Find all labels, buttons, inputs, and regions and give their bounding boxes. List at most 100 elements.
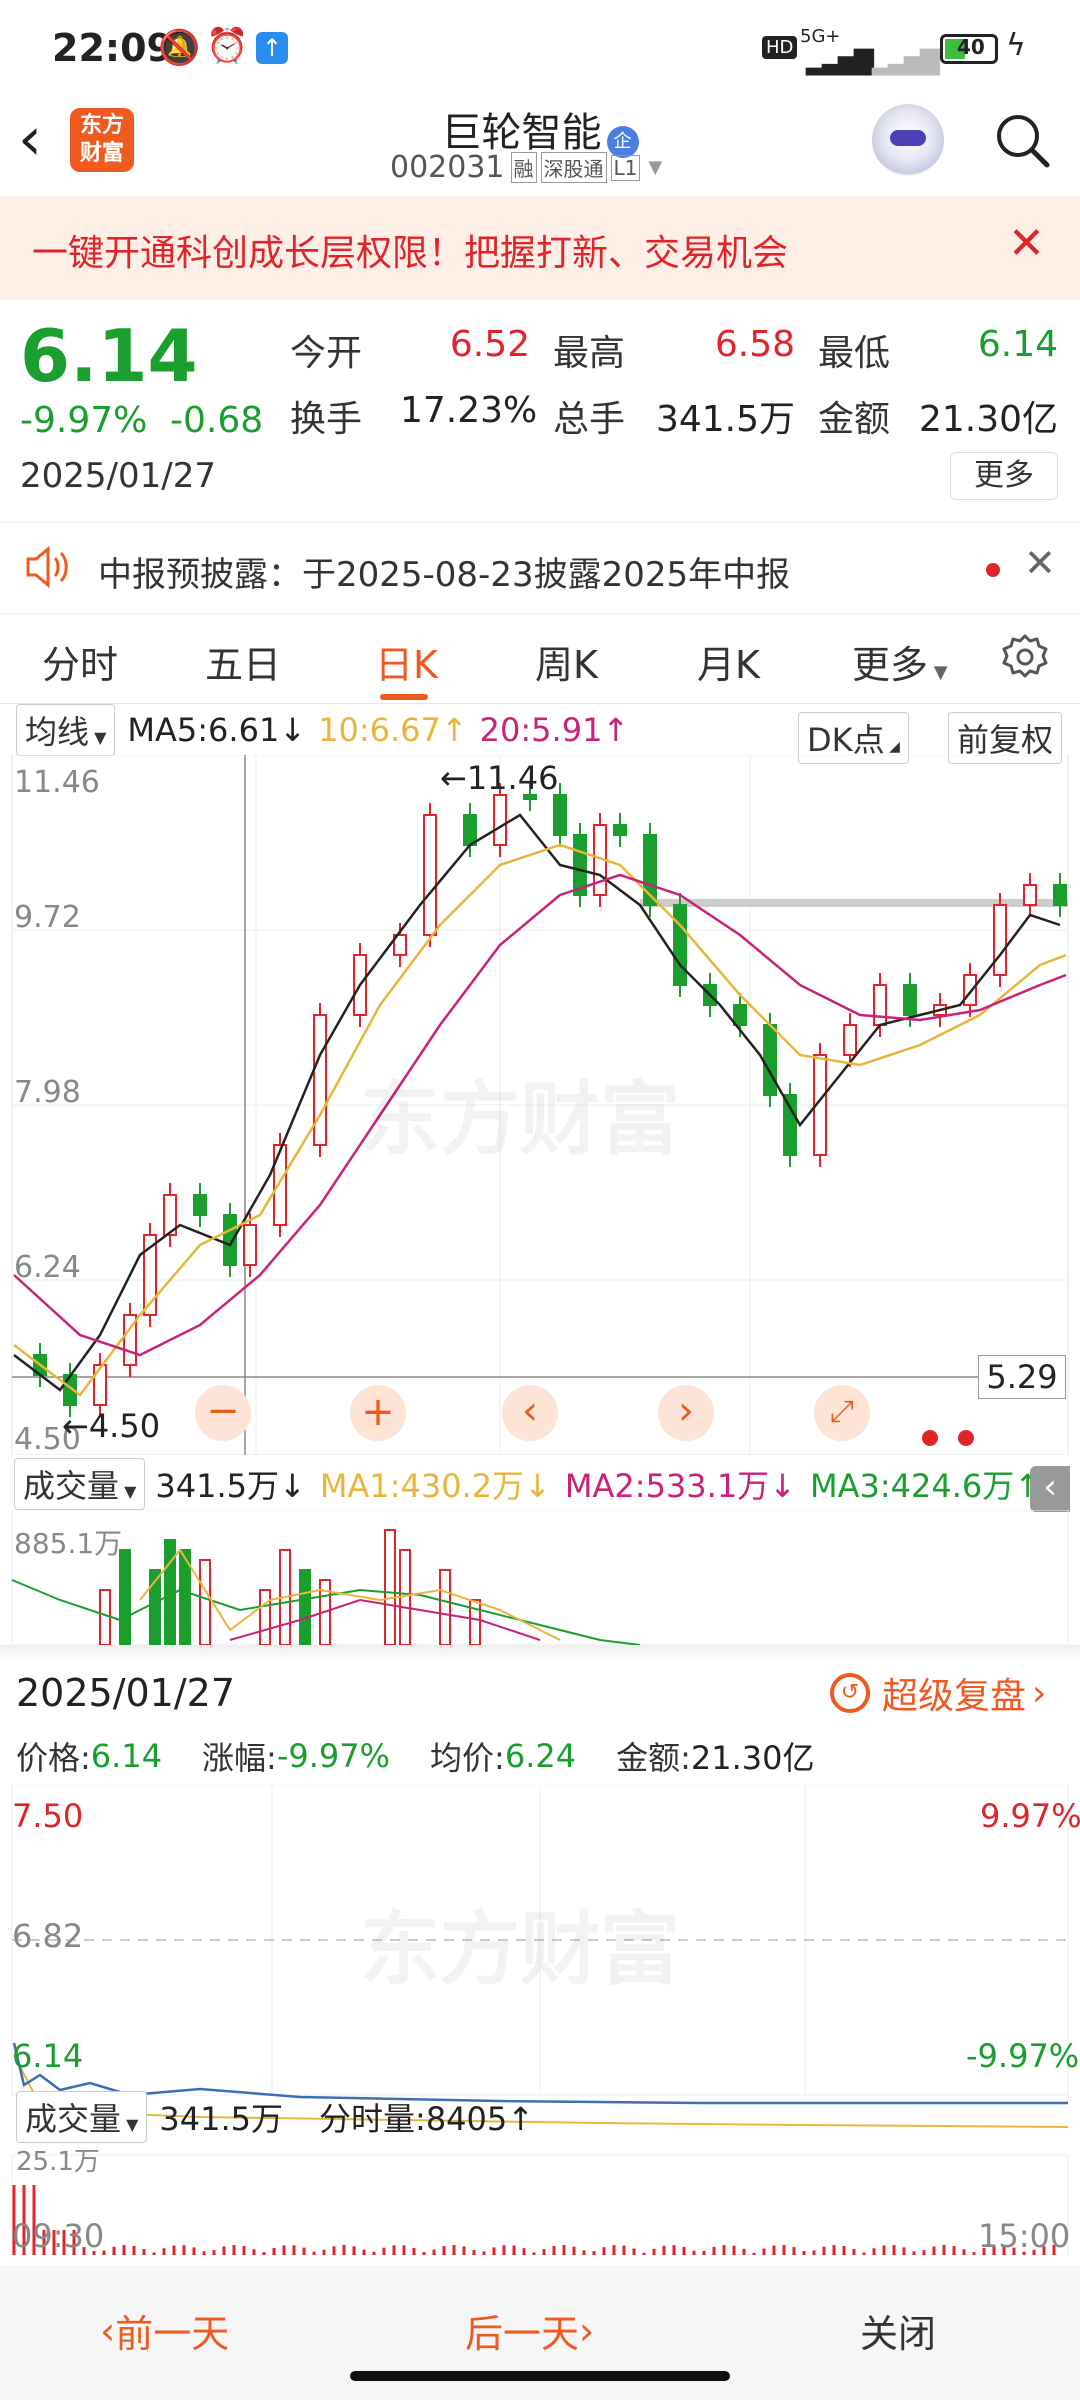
open-value: 6.52 <box>449 324 530 365</box>
ma5-value: MA5:6.61↓ <box>127 711 307 749</box>
chevron-left-icon: ‹ <box>100 2308 116 2353</box>
status-bar: 22:09 🔕 ⏰ ↑ HD 5G+ ▂▃▅▇ ▂▃▅▇ 40 ϟ <box>0 0 1080 100</box>
upload-icon: ↑ <box>256 32 288 64</box>
candle-body <box>93 1364 107 1406</box>
intraday-y-top: 7.50 <box>12 1797 84 1835</box>
candle-body <box>493 794 507 846</box>
super-review-link[interactable]: ↺ 超级复盘 › <box>830 1667 1046 1719</box>
volume-value: 341.5万↓ <box>155 1467 306 1505</box>
marker-dot-1 <box>922 1430 938 1446</box>
amount-value: 21.30亿 <box>918 399 1058 440</box>
low-value: 6.14 <box>977 324 1058 365</box>
amount-label: 金额 <box>818 399 891 440</box>
time-start: 09:30 <box>12 2217 105 2255</box>
candle-body <box>193 1194 207 1216</box>
kline-chart[interactable]: 东方财富 11.46 9.72 7.98 6.24 4.50 ←11.46 ←4… <box>0 754 1080 1456</box>
alarm-icon: ⏰ <box>206 26 249 66</box>
volume-chart[interactable]: 成交量 ▼ 341.5万↓ MA1:430.2万↓ MA2:533.1万↓ MA… <box>0 1458 1080 1645</box>
volume-indicator-row: 成交量 ▼ 341.5万↓ MA1:430.2万↓ MA2:533.1万↓ MA… <box>14 1458 1042 1510</box>
status-time: 22:09 <box>52 26 173 70</box>
notice-bar[interactable]: 中报预披露：于2025-08-23披露2025年中报 ✕ <box>0 522 1080 614</box>
intraday-volume-row: 成交量 ▼ 341.5万 分时量:8405↑ <box>16 2091 534 2143</box>
intraday-pct-bot: -9.97% <box>966 2037 1080 2075</box>
tab-more[interactable]: 更多 ▼ <box>852 634 948 689</box>
max-price-marker: ←11.46 <box>440 759 559 797</box>
high-label: 最高 <box>553 333 626 374</box>
volume-bar <box>199 1559 211 1645</box>
detail-avg: 6.24 <box>504 1737 577 1775</box>
bottom-actions: ‹ 前一天 后一天 › 关闭 <box>0 2265 1080 2400</box>
candle-body <box>903 984 917 1016</box>
tab-weekly-k[interactable]: 周K <box>535 634 598 689</box>
collapse-panel-button[interactable]: ‹ <box>1030 1466 1070 1512</box>
volume-value: 341.5万 <box>655 399 795 440</box>
candle-body <box>273 1144 287 1226</box>
day-detail-panel: 2025/01/27 ↺ 超级复盘 › 价格: 6.14 涨幅: -9.97% … <box>0 1645 1080 2265</box>
candle-body <box>843 1024 857 1056</box>
stock-code: 002031 <box>390 150 505 185</box>
candle-body <box>873 984 887 1026</box>
intraday-volume-value: 341.5万 <box>159 2100 284 2138</box>
candle-body <box>673 904 687 986</box>
tag-level: L1 <box>610 154 641 181</box>
intraday-vol-max: 25.1万 <box>16 2147 100 2177</box>
tab-monthly-k[interactable]: 月K <box>697 634 760 689</box>
detail-price: 6.14 <box>90 1737 163 1775</box>
network-label: 5G+ <box>800 26 841 47</box>
vol-ma3: MA3:424.6万↑ <box>810 1467 1042 1505</box>
y-tick-2: 9.72 <box>14 900 81 935</box>
scroll-left-button[interactable]: ‹ <box>502 1385 558 1441</box>
settings-icon[interactable] <box>1000 632 1050 686</box>
charging-icon: ϟ <box>1006 28 1026 63</box>
active-tab-indicator <box>380 694 428 700</box>
volume-bar <box>119 1549 131 1645</box>
fullscreen-button[interactable]: ⤢ <box>814 1385 870 1441</box>
close-notice-icon[interactable]: ✕ <box>1024 541 1056 585</box>
quote-date: 2025/01/27 <box>20 456 216 496</box>
marker-dot-2 <box>958 1430 974 1446</box>
volume-select[interactable]: 成交量 ▼ <box>14 1458 146 1510</box>
change-amount: -0.68 <box>170 400 264 441</box>
detail-stats-row: 价格: 6.14 涨幅: -9.97% 均价: 6.24 金额: 21.30亿 <box>16 1733 815 1779</box>
prev-day-button[interactable]: ‹ 前一天 <box>100 2303 229 2358</box>
tick-volume: 分时量:8405↑ <box>319 2100 535 2138</box>
next-day-button[interactable]: 后一天 › <box>465 2303 594 2358</box>
volume-bar <box>469 1599 481 1645</box>
intraday-pct-top: 9.97% <box>980 1797 1080 1835</box>
close-icon[interactable]: ✕ <box>1008 218 1045 269</box>
zoom-in-button[interactable]: + <box>350 1385 406 1441</box>
signal2-icon: ▂▃▅▇ <box>872 46 940 76</box>
detail-amt-label: 金额: <box>616 1739 691 1777</box>
search-icon[interactable] <box>992 110 1050 168</box>
candle-body <box>313 1014 327 1146</box>
y-tick-3: 7.98 <box>14 1075 81 1110</box>
volume-bar <box>299 1569 311 1645</box>
vol-ma1: MA1:430.2万↓ <box>319 1467 551 1505</box>
ma-select[interactable]: 均线 ▼ <box>16 704 116 756</box>
tab-daily-k[interactable]: 日K <box>375 634 438 689</box>
scroll-right-button[interactable]: › <box>658 1385 714 1441</box>
turnover-label: 换手 <box>290 399 363 440</box>
candle-body <box>243 1224 257 1266</box>
banner-text: 一键开通科创成长层权限！把握打新、交易机会 <box>32 233 789 274</box>
low-label: 最低 <box>818 333 891 374</box>
candle-body <box>1053 884 1067 906</box>
candle-body <box>763 1024 777 1096</box>
dropdown-icon[interactable]: ▼ <box>648 157 662 178</box>
candle-body <box>963 974 977 1006</box>
tab-5day[interactable]: 五日 <box>205 634 281 689</box>
promo-banner[interactable]: 一键开通科创成长层权限！把握打新、交易机会 ✕ <box>0 196 1080 300</box>
mute-icon: 🔕 <box>158 28 201 68</box>
more-button[interactable]: 更多 <box>950 452 1058 500</box>
robot-avatar[interactable] <box>872 104 944 176</box>
tab-intraday[interactable]: 分时 <box>42 634 118 689</box>
close-button[interactable]: 关闭 <box>860 2303 936 2358</box>
intraday-volume-select[interactable]: 成交量 ▼ <box>16 2091 148 2143</box>
intraday-y-mid: 6.82 <box>12 1917 84 1955</box>
volume-bar <box>99 1589 111 1645</box>
zoom-out-button[interactable]: − <box>195 1385 251 1441</box>
volume-max-tick: 885.1万 <box>14 1527 123 1560</box>
caret-down-icon: ▼ <box>928 662 948 683</box>
detail-price-label: 价格: <box>16 1739 91 1777</box>
candle-body <box>553 794 567 836</box>
